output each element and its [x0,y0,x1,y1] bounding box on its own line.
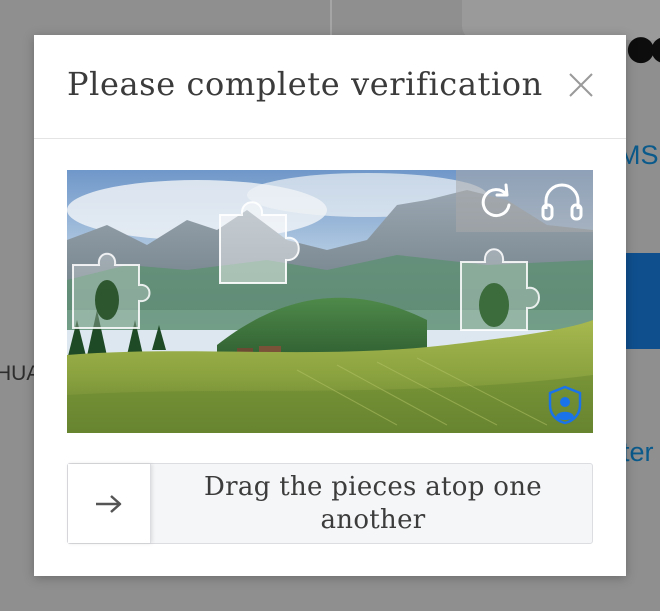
arrow-right-icon [96,494,122,513]
captcha-controls [456,170,593,232]
puzzle-image [67,170,593,433]
shield-user-icon [547,385,583,425]
drag-slider[interactable]: Drag the pieces atop one another [67,463,593,544]
puzzle-piece [460,248,540,331]
background-button [626,253,660,349]
refresh-icon[interactable] [476,181,516,221]
modal-title: Please complete verification [67,65,543,103]
background-link-secondary: ter [622,437,654,467]
puzzle-piece [219,201,300,284]
modal-header: Please complete verification [34,35,626,139]
more-dots-icon: ●● [626,28,660,68]
slider-instruction: Drag the pieces atop one another [204,471,542,535]
slider-handle[interactable] [68,464,151,543]
background-divider [330,0,332,40]
verification-modal: Please complete verification Drag the pi… [34,35,626,576]
headphones-icon[interactable] [540,181,584,221]
close-icon[interactable] [567,71,595,99]
